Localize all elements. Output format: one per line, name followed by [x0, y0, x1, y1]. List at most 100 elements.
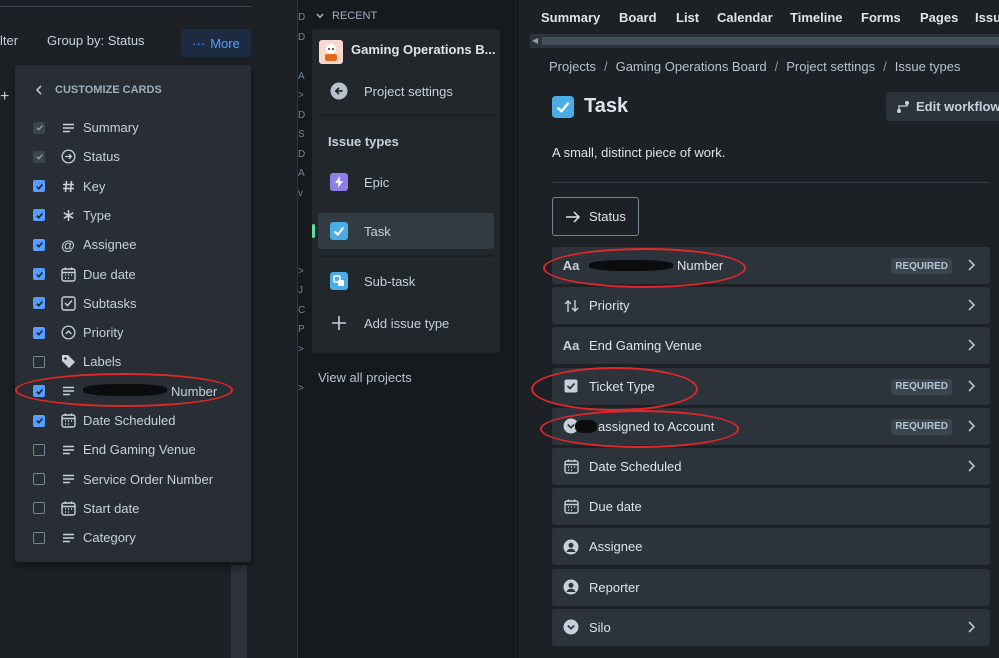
scroll-left-icon[interactable]: ◀ — [532, 36, 538, 45]
card-field-option[interactable]: Priority — [15, 318, 251, 347]
checkbox[interactable] — [33, 385, 45, 398]
checkbox[interactable] — [33, 326, 45, 339]
issue-field-row[interactable]: Ticket Type REQUIRED — [552, 367, 990, 405]
breadcrumb-item[interactable]: Project settings — [786, 59, 875, 74]
checkbox[interactable] — [33, 355, 45, 368]
issue-field-row[interactable]: Silo — [552, 608, 990, 646]
scrollbar-thumb[interactable] — [542, 37, 999, 45]
card-field-option[interactable]: Service Order Number — [15, 465, 251, 494]
project-settings-link[interactable]: Project settings — [312, 73, 500, 109]
checkbox[interactable] — [33, 180, 45, 193]
checkbox[interactable] — [33, 502, 45, 515]
card-field-option[interactable]: Summary — [15, 113, 251, 142]
issue-type-subtask[interactable]: Sub-task — [312, 263, 500, 299]
card-field-option[interactable]: Start date — [15, 494, 251, 523]
lines-icon — [60, 120, 76, 136]
checkbox[interactable] — [33, 238, 45, 251]
tab-pages[interactable]: Pages — [920, 10, 958, 25]
lines-icon — [60, 442, 76, 458]
checkbox[interactable] — [33, 121, 45, 134]
recent-header[interactable]: RECENT — [316, 10, 377, 22]
issue-field-row[interactable]: assigned to Account REQUIRED — [552, 407, 990, 445]
issue-field-row[interactable]: Reporter — [552, 568, 990, 606]
add-issue-type-label: Add issue type — [364, 315, 450, 331]
issue-field-row[interactable]: Priority — [552, 287, 990, 325]
checkbox[interactable] — [33, 297, 45, 310]
issue-field-row[interactable]: Due date — [552, 488, 990, 526]
horizontal-scrollbar[interactable]: ◀ — [530, 34, 999, 48]
tab-timeline[interactable]: Timeline — [790, 10, 843, 25]
customize-cards-header[interactable]: CUSTOMIZE CARDS — [35, 84, 162, 96]
project-settings-label: Project settings — [364, 83, 453, 99]
edit-workflow-button[interactable]: Edit workflow — [886, 92, 999, 121]
issue-field-row[interactable]: Assignee — [552, 528, 990, 566]
card-field-option[interactable]: Type — [15, 201, 251, 230]
card-field-option[interactable]: End Gaming Venue — [15, 435, 251, 464]
breadcrumb-item[interactable]: Projects — [549, 59, 596, 74]
card-field-label: Assignee — [83, 237, 137, 253]
checkbox[interactable] — [33, 531, 45, 544]
card-field-option[interactable]: Subtasks — [15, 289, 251, 318]
issue-type-label: Sub-task — [364, 273, 416, 289]
card-field-label: Priority — [83, 325, 124, 341]
project-name: Gaming Operations B... — [351, 41, 496, 57]
add-column-icon[interactable]: + — [0, 88, 9, 106]
epic-icon — [330, 173, 348, 191]
more-dots-icon: ··· — [192, 35, 206, 51]
chevron-left-icon[interactable] — [35, 85, 43, 95]
issue-type-task[interactable]: Task — [312, 213, 494, 249]
scrollbar[interactable] — [231, 565, 247, 658]
field-label: Ticket Type — [589, 378, 655, 394]
checkbox[interactable] — [33, 268, 45, 280]
priority-arrows-icon — [563, 298, 579, 314]
card-field-option[interactable]: Key — [15, 172, 251, 201]
tab-board[interactable]: Board — [619, 10, 657, 25]
priority-icon — [60, 325, 76, 341]
hash-icon — [60, 178, 76, 194]
issue-field-row[interactable]: Date Scheduled — [552, 448, 990, 485]
collapsed-row-marker: C — [298, 304, 306, 316]
project-link[interactable]: Gaming Operations B... — [312, 31, 500, 67]
tab-list[interactable]: List — [676, 10, 699, 25]
checkbox[interactable] — [33, 209, 45, 222]
card-field-label: Labels — [83, 354, 122, 370]
group-by-button[interactable]: Group by: Status — [47, 33, 145, 48]
page-title: Task — [584, 95, 629, 117]
status-field-button[interactable]: Status — [552, 197, 639, 236]
card-field-option[interactable]: Labels — [15, 347, 251, 376]
tab-forms[interactable]: Forms — [861, 10, 901, 25]
tab-issue[interactable]: Issue — [975, 10, 999, 25]
view-all-projects-link[interactable]: View all projects — [318, 370, 412, 385]
task-icon — [330, 222, 348, 240]
field-label: Number — [589, 258, 723, 273]
breadcrumb-item[interactable]: Gaming Operations Board — [616, 59, 767, 74]
add-issue-type-button[interactable]: Add issue type — [312, 305, 500, 341]
card-field-label: End Gaming Venue — [83, 442, 196, 458]
card-field-option[interactable]: Number — [15, 377, 251, 406]
issue-field-row[interactable]: Aa Number REQUIRED — [552, 247, 990, 284]
issue-field-row[interactable]: Aa End Gaming Venue — [552, 327, 990, 365]
more-button[interactable]: ··· More — [181, 29, 251, 57]
issue-type-epic[interactable]: Epic — [312, 164, 500, 200]
breadcrumb-item[interactable]: Issue types — [895, 59, 961, 74]
checkbox[interactable] — [33, 414, 45, 427]
checkbox[interactable] — [33, 150, 45, 163]
collapsed-row-marker: A — [298, 70, 305, 82]
checkbox[interactable] — [33, 443, 45, 456]
project-avatar-icon — [319, 40, 343, 64]
card-field-option[interactable]: Category — [15, 523, 251, 552]
chevron-right-icon — [968, 339, 976, 351]
card-field-option[interactable]: @ Assignee — [15, 230, 251, 259]
field-label: Date Scheduled — [589, 459, 682, 474]
task-icon — [552, 95, 574, 118]
card-field-option[interactable]: Status — [15, 142, 251, 171]
filter-button[interactable]: lter — [0, 33, 18, 48]
collapsed-row-marker: S — [298, 129, 305, 140]
checkbox[interactable] — [33, 473, 45, 486]
tab-summary[interactable]: Summary — [541, 10, 600, 25]
tab-calendar[interactable]: Calendar — [717, 10, 773, 25]
calendar-icon — [60, 266, 76, 282]
card-field-option[interactable]: Due date — [15, 260, 251, 289]
chevron-right-icon — [968, 259, 976, 271]
card-field-option[interactable]: Date Scheduled — [15, 406, 251, 435]
